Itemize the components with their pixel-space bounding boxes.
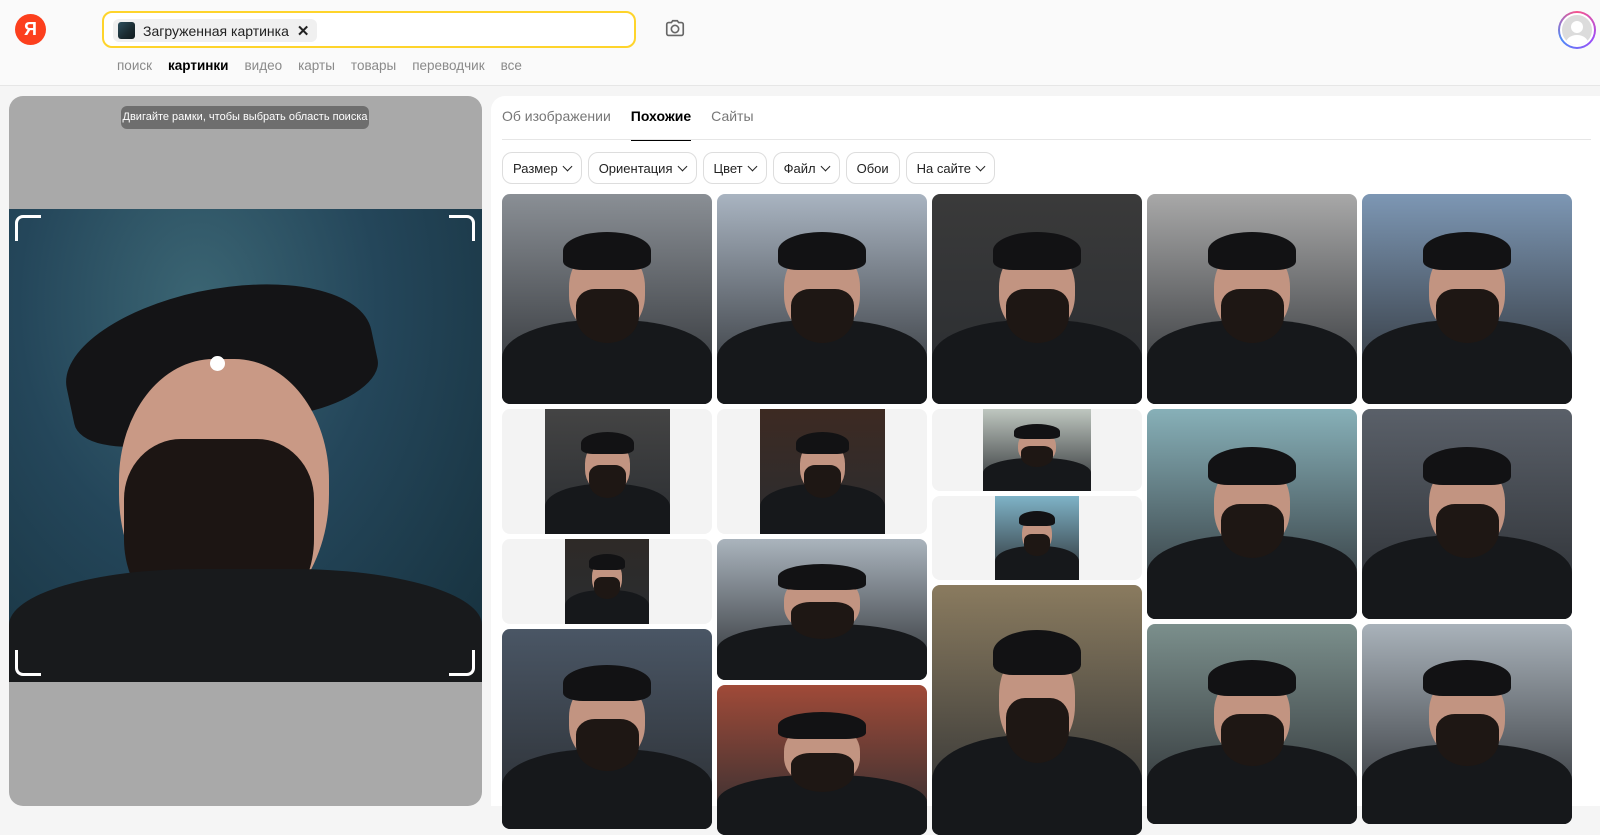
- result-image-9[interactable]: [932, 496, 1142, 580]
- uploaded-image-chip[interactable]: Загруженная картинка ✕: [113, 19, 318, 42]
- close-icon[interactable]: ✕: [297, 22, 310, 40]
- result-thumbnail: [1147, 194, 1357, 404]
- search-nav: поиск картинки видео карты товары перево…: [117, 58, 522, 73]
- crop-handle-bottom-left[interactable]: [15, 650, 41, 676]
- result-image-11[interactable]: [1362, 409, 1572, 619]
- crop-handle-bottom-right[interactable]: [449, 650, 475, 676]
- result-image-14[interactable]: [502, 629, 712, 829]
- result-thumbnail: [1147, 624, 1357, 824]
- user-avatar[interactable]: [1558, 11, 1596, 49]
- tab-about-image[interactable]: Об изображении: [502, 108, 611, 141]
- filter-on-site-label: На сайте: [916, 160, 971, 176]
- result-image-12[interactable]: [502, 539, 712, 624]
- result-thumbnail: [760, 409, 885, 534]
- result-image-5[interactable]: [1362, 194, 1572, 404]
- filter-orientation[interactable]: Ориентация: [587, 152, 697, 184]
- result-thumbnail: [983, 409, 1091, 491]
- results-grid: [502, 194, 1596, 835]
- result-thumbnail: [717, 539, 927, 680]
- result-image-13[interactable]: [717, 539, 927, 680]
- nav-item-translator[interactable]: переводчик: [412, 58, 484, 73]
- result-image-10[interactable]: [1147, 409, 1357, 619]
- tab-similar[interactable]: Похожие: [630, 108, 692, 141]
- chevron-down-icon: [677, 161, 687, 171]
- filter-file[interactable]: Файл: [772, 152, 840, 184]
- filters-bar: Размер Ориентация Цвет Файл Обои На сайт…: [502, 152, 995, 184]
- object-marker-dot[interactable]: [210, 356, 225, 371]
- result-thumbnail: [1362, 194, 1572, 404]
- tab-sites[interactable]: Сайты: [711, 108, 753, 141]
- results-tabs: Об изображении Похожие Сайты: [502, 108, 754, 141]
- header: Я Загруженная картинка ✕ поиск картинки …: [0, 0, 1600, 86]
- result-thumbnail: [565, 539, 649, 624]
- filter-size-label: Размер: [513, 160, 558, 176]
- result-image-16[interactable]: [1147, 624, 1357, 824]
- filter-on-site[interactable]: На сайте: [905, 152, 995, 184]
- result-image-6[interactable]: [502, 409, 712, 534]
- nav-item-all[interactable]: все: [501, 58, 522, 73]
- result-thumbnail: [717, 685, 927, 835]
- search-bar[interactable]: Загруженная картинка ✕: [102, 11, 636, 48]
- result-image-8[interactable]: [932, 409, 1142, 491]
- nav-item-search[interactable]: поиск: [117, 58, 152, 73]
- uploaded-photo[interactable]: [9, 209, 482, 682]
- camera-search-icon[interactable]: [664, 18, 686, 40]
- result-thumbnail: [502, 194, 712, 404]
- result-thumbnail: [502, 629, 712, 829]
- result-thumbnail: [932, 194, 1142, 404]
- result-image-15[interactable]: [932, 585, 1142, 835]
- filter-size[interactable]: Размер: [502, 152, 582, 184]
- filter-color[interactable]: Цвет: [702, 152, 767, 184]
- result-image-7[interactable]: [717, 409, 927, 534]
- results-panel: Об изображении Похожие Сайты Размер Орие…: [491, 96, 1600, 835]
- result-image-4[interactable]: [1147, 194, 1357, 404]
- filter-file-label: Файл: [783, 160, 816, 176]
- yandex-logo[interactable]: Я: [15, 14, 46, 45]
- nav-item-images[interactable]: картинки: [168, 58, 228, 73]
- nav-item-maps[interactable]: карты: [298, 58, 335, 73]
- result-thumbnail: [1147, 409, 1357, 619]
- result-image-1[interactable]: [502, 194, 712, 404]
- chevron-down-icon: [747, 161, 758, 171]
- filter-orientation-label: Ориентация: [598, 160, 673, 176]
- filter-color-label: Цвет: [713, 160, 743, 176]
- result-thumbnail: [932, 585, 1142, 835]
- result-image-17[interactable]: [1362, 624, 1572, 824]
- filter-wallpapers[interactable]: Обои: [845, 152, 900, 184]
- filter-wallpapers-label: Обои: [856, 160, 889, 176]
- crop-handle-top-right[interactable]: [449, 215, 475, 241]
- result-thumbnail: [1362, 624, 1572, 824]
- uploaded-image-label: Загруженная картинка: [143, 22, 289, 39]
- result-image-2[interactable]: [717, 194, 927, 404]
- tabs-divider: [502, 139, 1591, 140]
- uploaded-image-thumbnail: [118, 22, 135, 39]
- crop-hint: Двигайте рамки, чтобы выбрать область по…: [121, 106, 369, 129]
- result-image-3[interactable]: [932, 194, 1142, 404]
- chevron-down-icon: [562, 161, 573, 171]
- avatar-icon: [1560, 13, 1594, 47]
- result-thumbnail: [545, 409, 670, 534]
- uploaded-image-panel: Двигайте рамки, чтобы выбрать область по…: [9, 96, 482, 806]
- result-thumbnail: [1362, 409, 1572, 619]
- result-image-18[interactable]: [717, 685, 927, 835]
- nav-item-video[interactable]: видео: [244, 58, 282, 73]
- result-thumbnail: [995, 496, 1079, 580]
- nav-item-products[interactable]: товары: [351, 58, 396, 73]
- result-thumbnail: [717, 194, 927, 404]
- chevron-down-icon: [975, 161, 986, 171]
- crop-handle-top-left[interactable]: [15, 215, 41, 241]
- photo-body: [9, 569, 482, 682]
- chevron-down-icon: [820, 161, 831, 171]
